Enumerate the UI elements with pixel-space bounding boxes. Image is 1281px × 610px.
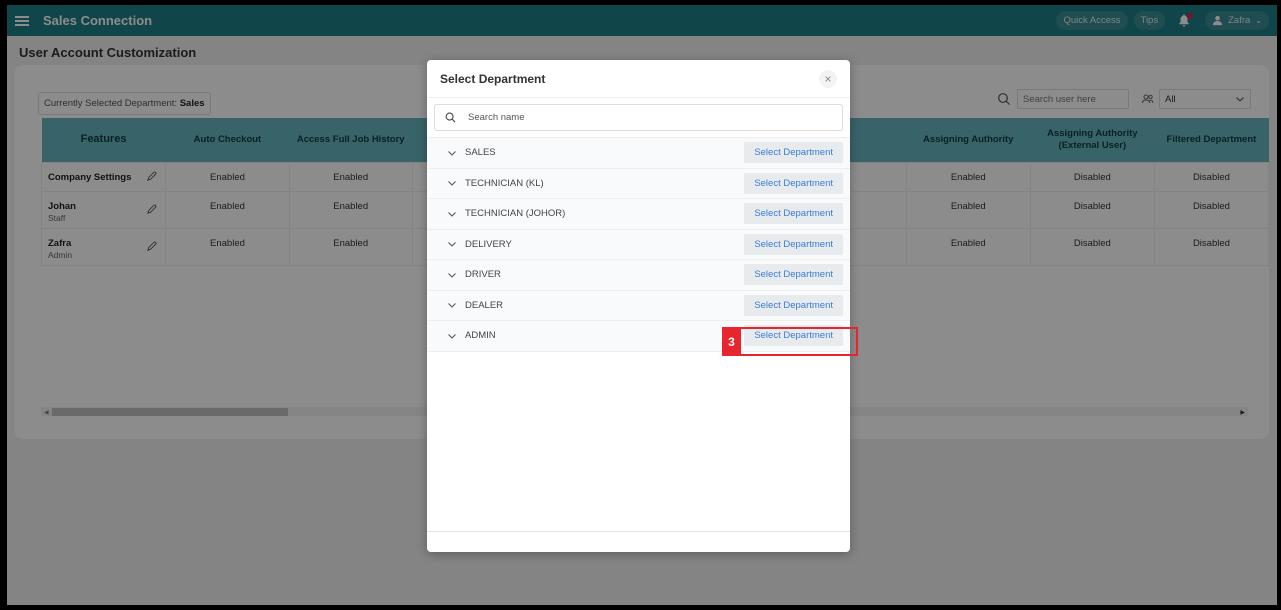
- department-item: TECHNICIAN (JOHOR) Select Department: [427, 199, 850, 230]
- close-icon[interactable]: ×: [819, 69, 837, 88]
- select-department-button[interactable]: Select Department: [744, 172, 843, 194]
- select-department-button[interactable]: Select Department: [744, 294, 843, 316]
- department-item: DELIVERY Select Department: [427, 229, 850, 260]
- chevron-down-icon[interactable]: [447, 209, 457, 219]
- chevron-down-icon[interactable]: [447, 148, 457, 158]
- select-department-dialog: Select Department × Search name SALES Se…: [427, 60, 850, 552]
- department-item: SALES Select Department: [427, 138, 850, 169]
- chevron-down-icon[interactable]: [447, 270, 457, 280]
- department-item: DRIVER Select Department: [427, 260, 850, 291]
- department-search-input[interactable]: Search name: [434, 104, 843, 131]
- dialog-title: Select Department: [440, 71, 546, 86]
- department-name: DEALER: [465, 299, 504, 311]
- chevron-down-icon[interactable]: [447, 300, 457, 310]
- select-department-button[interactable]: Select Department: [744, 233, 843, 255]
- department-name: DELIVERY: [465, 238, 512, 250]
- department-list: SALES Select Department TECHNICIAN (KL) …: [427, 137, 850, 352]
- dialog-footer: [427, 531, 850, 552]
- app-window: Sales Connection Quick Access Tips Zafra…: [7, 5, 1277, 605]
- chevron-down-icon[interactable]: [447, 178, 457, 188]
- select-department-button[interactable]: Select Department: [744, 203, 843, 225]
- select-department-button[interactable]: Select Department: [744, 264, 843, 286]
- department-item: TECHNICIAN (KL) Select Department: [427, 168, 850, 199]
- step-number-badge: 3: [722, 327, 741, 356]
- chevron-down-icon[interactable]: [447, 331, 457, 341]
- department-item: DEALER Select Department: [427, 290, 850, 321]
- department-name: TECHNICIAN (KL): [465, 177, 544, 189]
- department-name: ADMIN: [465, 330, 496, 342]
- search-icon: [445, 112, 456, 123]
- department-name: DRIVER: [465, 269, 501, 281]
- select-department-button[interactable]: Select Department: [744, 142, 843, 164]
- chevron-down-icon[interactable]: [447, 239, 457, 249]
- step-highlight-box: [722, 327, 858, 356]
- department-name: TECHNICIAN (JOHOR): [465, 208, 566, 220]
- department-name: SALES: [465, 147, 496, 159]
- search-placeholder: Search name: [468, 112, 525, 123]
